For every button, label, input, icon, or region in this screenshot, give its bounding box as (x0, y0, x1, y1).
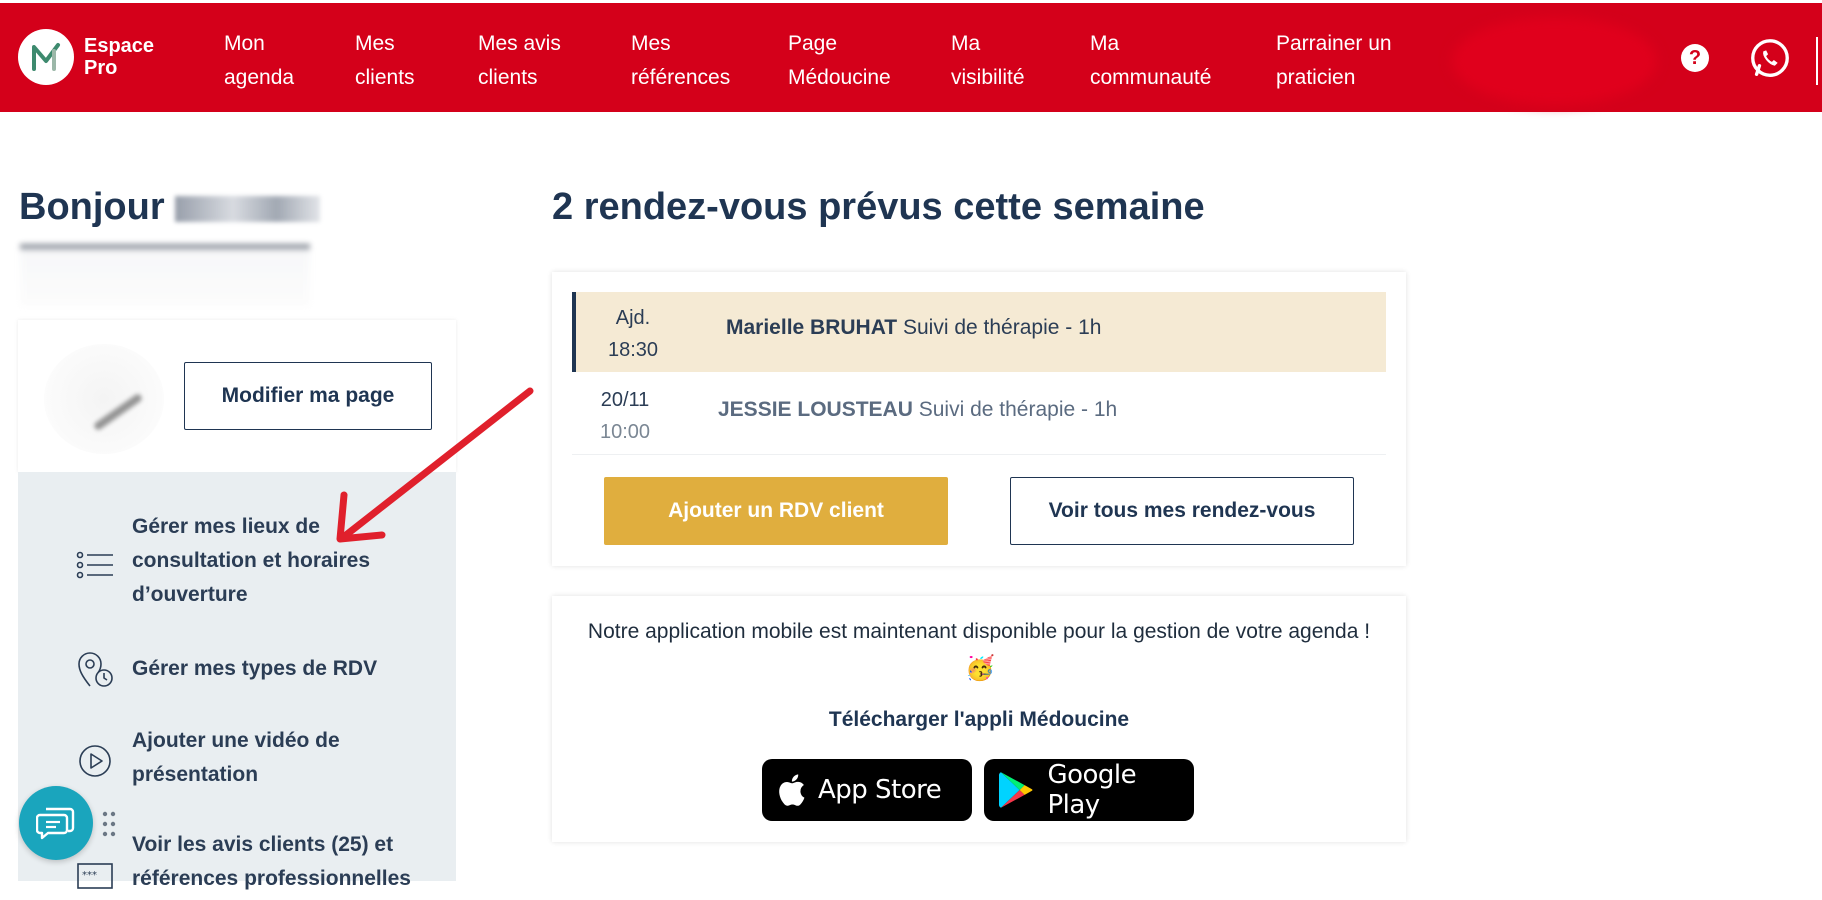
nav-page-medoucine[interactable]: Page Médoucine (788, 27, 891, 95)
play-circle-icon (79, 745, 111, 777)
side-item-label: Voir les avis clients (25) et références… (132, 833, 411, 890)
appointment-day: Ajd. (615, 307, 651, 329)
list-icon (76, 551, 113, 579)
apple-icon (779, 774, 805, 806)
greeting-text: Bonjour (19, 186, 165, 228)
logo-text: Espace Pro (84, 35, 155, 79)
nav-mes-clients[interactable]: Mes clients (355, 27, 415, 95)
nav-ma-communaute[interactable]: Ma communauté (1090, 27, 1211, 95)
app-store-button[interactable]: App Store (762, 759, 972, 821)
location-clock-icon (78, 652, 113, 687)
nav-divider (1816, 37, 1818, 85)
appointment-details: Marielle BRUHAT Suivi de thérapie - 1h (726, 316, 1101, 340)
annotation-arrow (336, 387, 534, 543)
google-play-icon (998, 772, 1033, 808)
side-item-label: Ajouter une vidéo de présentation (132, 729, 340, 786)
redacted-user-name (174, 195, 320, 222)
appointment-details: JESSIE LOUSTEAU Suivi de thérapie - 1h (718, 398, 1117, 422)
nav-mes-avis-clients[interactable]: Mes avis clients (478, 27, 561, 95)
whatsapp-icon[interactable] (1747, 36, 1793, 82)
mobile-app-card: Notre application mobile est maintenant … (552, 596, 1406, 842)
appointment-client: Marielle BRUHAT (726, 316, 898, 339)
appointment-datetime: Ajd. 18:30 (588, 302, 678, 366)
logo-mark-icon (18, 29, 74, 85)
top-navbar: Espace Pro Mon agenda Mes clients Mes av… (0, 0, 1822, 112)
stars-icon: *** (77, 863, 113, 889)
app-store-label: App Store (818, 775, 942, 805)
appointment-time: 18:30 (607, 339, 659, 361)
question-circle-icon[interactable]: ? (1681, 44, 1709, 72)
greeting-heading: Bonjour (19, 186, 320, 229)
appointment-client: JESSIE LOUSTEAU (718, 398, 913, 421)
svg-text:***: *** (82, 870, 97, 881)
appointment-type: Suivi de thérapie - 1h (902, 316, 1102, 339)
download-app-label: Télécharger l'appli Médoucine (828, 708, 1130, 731)
logo[interactable]: Espace Pro (18, 29, 174, 85)
side-item-video[interactable]: Ajouter une vidéo de présentation (18, 724, 456, 804)
nav-ma-visibilite[interactable]: Ma visibilité (951, 27, 1025, 95)
appointment-datetime: 20/11 10:00 (580, 384, 670, 448)
google-play-button[interactable]: Google Play (984, 759, 1194, 821)
google-play-label: Google Play (1047, 760, 1137, 820)
side-item-label: Gérer mes types de RDV (132, 657, 378, 680)
add-appointment-button[interactable]: Ajouter un RDV client (604, 477, 948, 545)
appointment-row[interactable]: 20/11 10:00 JESSIE LOUSTEAU Suivi de thé… (572, 374, 1386, 455)
avatar (44, 344, 164, 454)
redacted-subtitle (20, 244, 310, 306)
appointments-title: 2 rendez-vous prévus cette semaine (552, 186, 1205, 228)
nav-parrainer-praticien[interactable]: Parrainer un praticien (1276, 27, 1392, 95)
nav-mon-agenda[interactable]: Mon agenda (224, 27, 294, 95)
chat-button[interactable] (19, 786, 93, 860)
view-all-appointments-button[interactable]: Voir tous mes rendez-vous (1010, 477, 1354, 545)
drag-handle-icon[interactable] (101, 810, 117, 838)
chat-icon (36, 807, 75, 840)
nav-mes-references[interactable]: Mes références (631, 27, 730, 95)
appointment-row[interactable]: Ajd. 18:30 Marielle BRUHAT Suivi de thér… (572, 292, 1386, 372)
mobile-app-message: Notre application mobile est maintenant … (587, 620, 1371, 643)
party-emoji-icon: 🥳 (965, 655, 995, 682)
appointment-time: 10:00 (599, 421, 651, 443)
appointment-day: 20/11 (600, 389, 650, 411)
side-item-types-rdv[interactable]: Gérer mes types de RDV (18, 650, 456, 700)
appointment-type: Suivi de thérapie - 1h (918, 398, 1118, 421)
redacted-user-area (1452, 17, 1657, 105)
